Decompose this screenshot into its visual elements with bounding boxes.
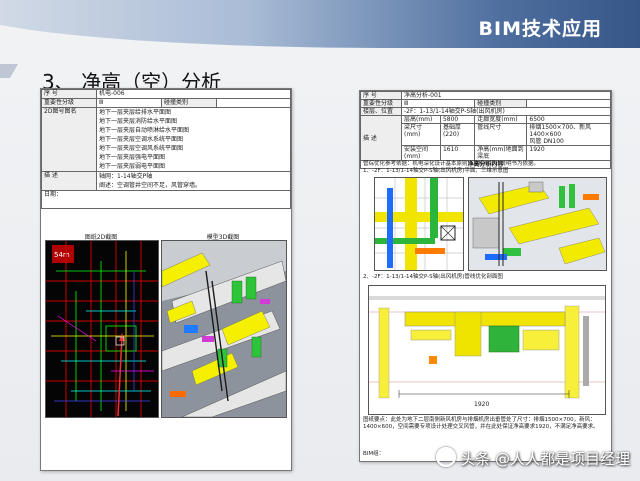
clash-report-sheet-right: 序 号 净高分析-001 重要性分级 Ⅲ 碰撞类别 楼层、位置 -2F：1-13… <box>359 90 612 462</box>
report-table-right: 序 号 净高分析-001 重要性分级 Ⅲ 碰撞类别 楼层、位置 -2F：1-13… <box>360 91 611 169</box>
r-desc-label: 描 述 <box>360 115 402 161</box>
drawing-item: 地下一层夹层弱电平面图 <box>99 163 166 170</box>
date-cell: 日期： <box>41 190 291 209</box>
serial-label: 序 号 <box>41 89 97 99</box>
svg-text:1920: 1920 <box>474 401 489 408</box>
r-text-b: 1、-2F：1-13/1-14轴交P-S轴(出风机房)平面、三维示意图 <box>363 168 509 174</box>
report-table-left: 序 号 机电-006 重要性分级 Ⅲ 碰撞类别 2D图号图名 地下一层夹层给排水… <box>41 89 291 209</box>
svg-text:54m: 54m <box>54 251 70 259</box>
plan-view-image <box>374 177 464 271</box>
r-text-d: 图纸要点：此处为地下二层南侧新风机房与排烟机房出垂管处了尺寸：排烟1500×70… <box>363 417 599 430</box>
type-value <box>216 98 291 108</box>
desc-line: 阐述：空调管井空间不足，风管穿墙。 <box>99 182 202 189</box>
r-cell-text: 排烟1500×700、新风1400×600 <box>529 124 592 138</box>
desc-label: 描 述 <box>41 171 97 191</box>
serial-value: 机电-006 <box>96 89 291 99</box>
r-cell: 1920 <box>526 145 611 161</box>
clash-report-sheet-left: 序 号 机电-006 重要性分级 Ⅲ 碰撞类别 2D图号图名 地下一层夹层给排水… <box>40 88 292 471</box>
r-cell: 走廊宽度(mm) <box>474 115 528 124</box>
drawing-item: 地下一层夹层给排水平面图 <box>99 109 172 116</box>
r-cell: 6500 <box>526 115 611 124</box>
drawings-list: 地下一层夹层给排水平面图 地下一层夹层消防给水平面图 地下一层夹层自动喷淋给水平… <box>96 107 291 172</box>
r-serial-value: 净高分析-001 <box>401 91 611 100</box>
r-cell: 梁尺寸(mm) <box>401 123 441 146</box>
r-loc-label: 楼层、位置 <box>360 107 402 116</box>
header-title: BIM技术应用 <box>478 18 602 40</box>
level-value: Ⅲ <box>96 98 162 108</box>
section-view-image: 1920 <box>368 285 606 415</box>
drawings-label: 2D图号图名 <box>41 107 97 172</box>
section-bullet-icon <box>0 64 18 78</box>
r-cell: 净高(mm)地面到梁底 <box>474 145 528 161</box>
watermark: 头条 @人人都是项目经理 <box>436 447 630 469</box>
desc-line: 轴网：1-14轴交P轴 <box>99 173 153 180</box>
r-cell-text: 风管 <box>529 138 542 145</box>
header-band: BIM技术应用 <box>0 0 640 48</box>
drawing-2d-image: 54m <box>45 240 159 418</box>
r-type-label: 碰撞类别 <box>474 99 528 108</box>
r-cell: 排烟1500×700、新风1400×600 风管 DN100 <box>526 123 611 146</box>
r-text-a: 管综优化参考依据：机电深化设计基本原则以及机电设计说明书为依据。 <box>363 161 540 167</box>
type-label: 碰撞类别 <box>161 98 217 108</box>
drawing-item: 地下一层夹层强电平面图 <box>99 154 166 161</box>
r-cell: 5800 <box>439 115 476 124</box>
drawing-item: 地下一层夹层消防给水平面图 <box>99 118 178 125</box>
r-cell: 管线尺寸 <box>474 123 528 146</box>
r-loc-value: -2F：1-13/1-14轴交P-S轴(出风机房) <box>401 107 611 116</box>
r-type-value <box>526 99 611 108</box>
drawing-item: 地下一层夹层空调风系统平面图 <box>99 145 184 152</box>
watermark-text: 头条 @人人都是项目经理 <box>460 450 630 468</box>
drawing-item: 地下一层夹层自动喷淋给水平面图 <box>99 127 190 134</box>
r-cell: 1610 <box>439 145 476 161</box>
r-level-label: 重要性分级 <box>360 99 402 108</box>
r-text-c: 2、-2F：1-13/1-14轴交P-S轴(出风机房)管线优化剖面图 <box>363 274 503 280</box>
plan-3d-image <box>468 177 607 271</box>
r-cell-text: DN100 <box>543 138 564 145</box>
r-cell: 层高(mm) <box>401 115 441 124</box>
r-serial-label: 序 号 <box>360 91 402 100</box>
watermark-logo-icon <box>436 447 457 467</box>
drawing-item: 地下一层夹层空调水系统平面图 <box>99 136 184 143</box>
r-level-value: Ⅲ <box>400 99 476 108</box>
r-cell: 安装空间(mm) <box>401 145 441 161</box>
level-label: 重要性分级 <box>41 98 97 108</box>
desc-text: 轴网：1-14轴交P轴 阐述：空调管井空间不足，风管穿墙。 <box>96 171 291 191</box>
r-cell: 基础厚(220) <box>439 123 476 146</box>
model-3d-image <box>161 240 287 418</box>
